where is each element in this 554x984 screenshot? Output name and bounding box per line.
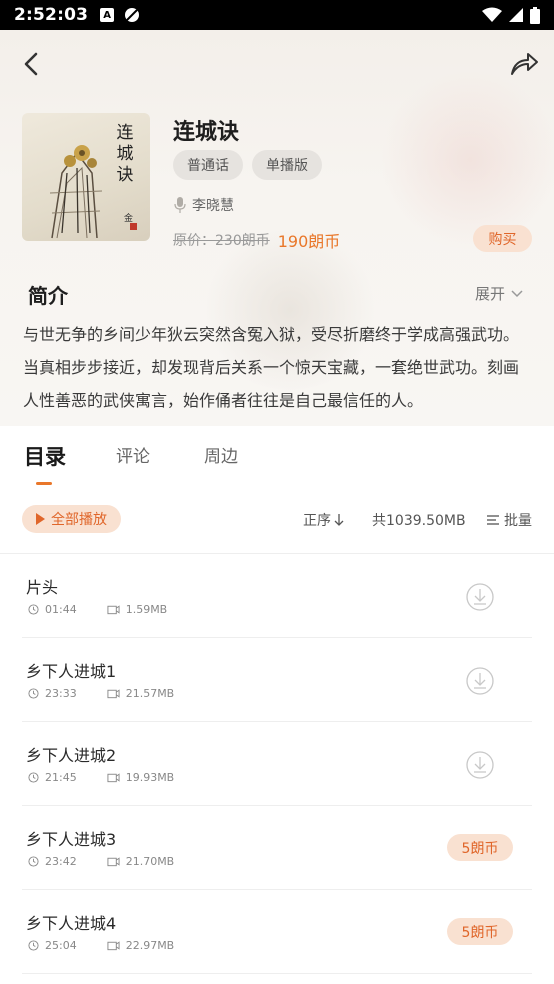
file-size-icon xyxy=(107,689,120,699)
download-icon[interactable] xyxy=(465,582,495,612)
play-icon xyxy=(36,513,45,525)
status-bar: 2:52:03 A xyxy=(0,0,554,30)
tag-language[interactable]: 普通话 xyxy=(173,150,243,180)
background-blur xyxy=(380,70,554,250)
sort-button[interactable]: 正序 xyxy=(303,510,344,530)
expand-button[interactable]: 展开 xyxy=(475,283,523,304)
tab-bar: 目录 评论 周边 xyxy=(0,426,554,498)
file-size-icon xyxy=(107,857,120,867)
episode-duration: 23:33 xyxy=(45,687,77,700)
clock-icon xyxy=(28,772,39,783)
total-size: 共1039.50MB xyxy=(372,513,466,529)
share-icon[interactable] xyxy=(508,48,540,80)
episode-item[interactable]: 乡下人进城2 21:45 19.93MB xyxy=(22,722,532,806)
episode-meta: 23:33 21.57MB xyxy=(28,687,174,700)
episode-size: 21.57MB xyxy=(125,687,175,700)
list-icon xyxy=(487,515,499,525)
episode-title: 乡下人进城3 xyxy=(26,830,117,849)
signal-icon xyxy=(509,8,523,22)
intro-heading: 简介 xyxy=(28,284,68,308)
episode-meta: 25:04 22.97MB xyxy=(28,939,174,952)
episode-size: 19.93MB xyxy=(125,771,175,784)
tag-edition[interactable]: 单播版 xyxy=(252,150,322,180)
episode-list: 片头 01:44 1.59MB 乡下人进城1 23:33 21.57MB 乡下人… xyxy=(0,554,554,974)
tab-catalog[interactable]: 目录 xyxy=(24,441,66,471)
episode-item[interactable]: 乡下人进城4 25:04 22.97MB 5朗币 xyxy=(22,890,532,974)
episode-meta: 23:42 21.70MB xyxy=(28,855,174,868)
download-icon[interactable] xyxy=(465,666,495,696)
episode-meta: 21:45 19.93MB xyxy=(28,771,174,784)
episode-duration: 01:44 xyxy=(45,603,77,616)
episode-title: 乡下人进城4 xyxy=(26,914,117,933)
a-notification-icon: A xyxy=(100,8,115,22)
clock-icon xyxy=(28,604,39,615)
wifi-icon xyxy=(482,7,502,22)
intro-text: 与世无争的乡间少年狄云突然含冤入狱，受尽折磨终于学成高强武功。当真相步步接近，却… xyxy=(23,325,520,410)
author-row[interactable]: 李晓慧 xyxy=(174,195,234,215)
batch-button[interactable]: 批量 xyxy=(486,510,532,530)
svg-text:金: 金 xyxy=(124,212,133,224)
expand-label: 展开 xyxy=(475,285,506,303)
episode-duration: 21:45 xyxy=(45,771,77,784)
episode-title: 片头 xyxy=(26,578,59,597)
no-disturb-icon xyxy=(125,8,140,22)
file-size-icon xyxy=(107,605,120,615)
microphone-icon xyxy=(174,197,186,213)
episode-title: 乡下人进城2 xyxy=(26,746,117,765)
episode-size: 21.70MB xyxy=(125,855,175,868)
chevron-down-icon xyxy=(511,289,523,297)
episode-item[interactable]: 片头 01:44 1.59MB xyxy=(22,554,532,638)
file-size-icon xyxy=(107,941,120,951)
batch-label: 批量 xyxy=(504,513,532,529)
clock-icon xyxy=(28,856,39,867)
play-all-button[interactable]: 全部播放 xyxy=(22,505,121,533)
arrow-down-icon xyxy=(334,514,344,526)
book-cover[interactable]: 金 连城诀 xyxy=(22,113,150,241)
episode-meta: 01:44 1.59MB xyxy=(28,603,167,616)
buy-button[interactable]: 购买 xyxy=(473,225,532,252)
author-name: 李晓慧 xyxy=(192,198,234,214)
episode-item[interactable]: 乡下人进城1 23:33 21.57MB xyxy=(22,638,532,722)
episode-size: 1.59MB xyxy=(125,603,168,616)
current-price: 190朗币 xyxy=(277,232,341,251)
file-size-icon xyxy=(107,773,120,783)
tab-peripherals[interactable]: 周边 xyxy=(204,442,238,467)
episode-price-button[interactable]: 5朗币 xyxy=(447,918,513,945)
episode-duration: 23:42 xyxy=(45,855,77,868)
status-time: 2:52:03 xyxy=(14,5,89,25)
download-icon[interactable] xyxy=(465,750,495,780)
cover-title: 连城诀 xyxy=(116,123,134,185)
episode-duration: 25:04 xyxy=(45,939,77,952)
episode-price-button[interactable]: 5朗币 xyxy=(447,834,513,861)
chevron-left-icon[interactable] xyxy=(18,48,46,80)
original-price: 原价：230朗币 xyxy=(173,233,270,249)
tab-comments[interactable]: 评论 xyxy=(116,442,150,467)
price-row: 原价：230朗币 190朗币 xyxy=(173,228,340,252)
clock-icon xyxy=(28,940,39,951)
play-all-label: 全部播放 xyxy=(51,512,107,528)
book-title: 连城诀 xyxy=(173,120,240,145)
catalog-toolbar: 全部播放 正序 共1039.50MB 批量 xyxy=(0,498,554,554)
clock-icon xyxy=(28,688,39,699)
episode-item[interactable]: 乡下人进城3 23:42 21.70MB 5朗币 xyxy=(22,806,532,890)
episode-size: 22.97MB xyxy=(125,939,175,952)
tab-active-indicator xyxy=(36,482,52,485)
sort-label: 正序 xyxy=(303,513,331,529)
episode-title: 乡下人进城1 xyxy=(26,662,117,681)
battery-icon xyxy=(530,6,540,24)
